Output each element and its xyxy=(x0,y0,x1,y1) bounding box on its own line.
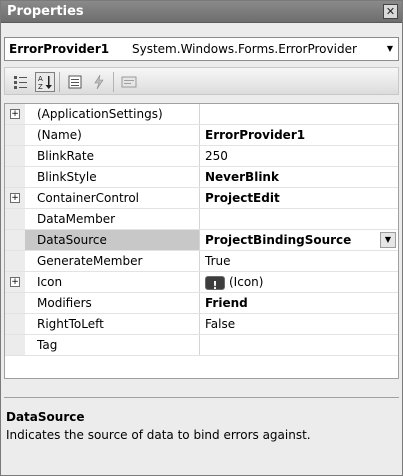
row-gutter xyxy=(5,125,25,145)
row-gutter xyxy=(5,209,25,229)
property-name: GenerateMember xyxy=(25,251,200,271)
property-value[interactable]: ProjectBindingSource xyxy=(201,230,398,250)
window-title: Properties xyxy=(7,4,84,19)
row-gutter xyxy=(5,167,25,187)
property-name: RightToLeft xyxy=(25,314,200,334)
chevron-down-icon[interactable]: ▼ xyxy=(382,38,398,60)
property-value[interactable]: NeverBlink xyxy=(201,167,398,187)
property-grid: + (ApplicationSettings) (Name) ErrorProvide… xyxy=(4,103,399,379)
object-name: ErrorProvider1 xyxy=(9,42,110,56)
properties-window: Properties ✕ ErrorProvider1 System.Windo… xyxy=(0,0,403,476)
property-name: BlinkRate xyxy=(25,146,200,166)
description-text: Indicates the source of data to bind err… xyxy=(6,428,311,442)
property-name: (ApplicationSettings) xyxy=(25,104,200,124)
property-row[interactable]: Tag xyxy=(5,335,398,356)
property-name: BlinkStyle xyxy=(25,167,200,187)
property-value[interactable]: ProjectEdit xyxy=(201,188,398,208)
property-value[interactable] xyxy=(201,335,398,355)
property-name: Modifiers xyxy=(25,293,200,313)
property-value-text: ProjectBindingSource xyxy=(205,233,352,247)
property-value[interactable]: False xyxy=(201,314,398,334)
property-row[interactable]: + (ApplicationSettings) xyxy=(5,104,398,125)
property-pages-icon xyxy=(121,76,137,88)
properties-button[interactable] xyxy=(65,72,85,92)
row-gutter: + xyxy=(5,188,25,208)
property-value[interactable]: 250 xyxy=(201,146,398,166)
properties-icon xyxy=(68,75,82,89)
categorized-button[interactable] xyxy=(11,72,31,92)
row-gutter xyxy=(5,293,25,313)
property-name: ContainerControl xyxy=(25,188,200,208)
property-value[interactable] xyxy=(201,209,398,229)
row-gutter xyxy=(5,146,25,166)
property-value[interactable]: True xyxy=(201,251,398,271)
property-value[interactable]: Friend xyxy=(201,293,398,313)
title-bar: Properties ✕ xyxy=(1,1,402,23)
property-pages-button[interactable] xyxy=(119,72,139,92)
property-value-text: NeverBlink xyxy=(205,170,279,184)
dropdown-button[interactable]: ▼ xyxy=(380,232,396,248)
property-name: Icon xyxy=(25,272,200,292)
property-value-text: (Icon) xyxy=(229,275,264,289)
expand-icon[interactable]: + xyxy=(10,109,20,119)
expand-icon[interactable]: + xyxy=(10,193,20,203)
property-name: (Name) xyxy=(25,125,200,145)
row-gutter: + xyxy=(5,272,25,292)
close-button[interactable]: ✕ xyxy=(383,4,398,19)
alphabetical-button[interactable]: A Z xyxy=(35,72,55,92)
row-gutter xyxy=(5,335,25,355)
toolbar-separator xyxy=(59,72,60,92)
description-title: DataSource xyxy=(6,410,85,424)
property-value-text: False xyxy=(205,317,236,331)
property-name: DataMember xyxy=(25,209,200,229)
error-icon xyxy=(205,275,225,296)
alphabetical-sort-icon: A Z xyxy=(38,75,52,90)
categorized-icon xyxy=(14,76,27,89)
object-type: System.Windows.Forms.ErrorProvider xyxy=(132,42,357,56)
property-row[interactable]: DataSource ProjectBindingSource ▼ xyxy=(5,230,398,251)
property-row[interactable]: BlinkRate 250 xyxy=(5,146,398,167)
events-icon xyxy=(94,74,104,90)
property-name: Tag xyxy=(25,335,200,355)
svg-text:Z: Z xyxy=(38,83,43,90)
property-row[interactable]: (Name) ErrorProvider1 xyxy=(5,125,398,146)
property-value[interactable]: ErrorProvider1 xyxy=(201,125,398,145)
row-gutter xyxy=(5,314,25,334)
property-row[interactable]: BlinkStyle NeverBlink xyxy=(5,167,398,188)
svg-text:A: A xyxy=(38,75,43,83)
property-row[interactable]: GenerateMember True xyxy=(5,251,398,272)
row-gutter xyxy=(5,251,25,271)
property-name: DataSource xyxy=(25,230,200,250)
events-button[interactable] xyxy=(89,72,109,92)
property-value-text: ErrorProvider1 xyxy=(205,128,306,142)
property-row[interactable]: Modifiers Friend xyxy=(5,293,398,314)
description-panel: DataSource Indicates the source of data … xyxy=(4,397,399,473)
row-gutter: + xyxy=(5,104,25,124)
property-value-text: Friend xyxy=(205,296,248,310)
expand-icon[interactable]: + xyxy=(10,277,20,287)
property-value[interactable] xyxy=(201,104,398,124)
property-row[interactable]: + ContainerControl ProjectEdit xyxy=(5,188,398,209)
object-selector[interactable]: ErrorProvider1 System.Windows.Forms.Erro… xyxy=(4,37,399,61)
toolbar-separator xyxy=(113,72,114,92)
row-gutter xyxy=(5,230,25,250)
property-value-text: 250 xyxy=(205,149,228,163)
property-value-text: ProjectEdit xyxy=(205,191,280,205)
toolbar: A Z xyxy=(4,67,399,95)
property-value-text: True xyxy=(205,254,231,268)
property-row[interactable]: RightToLeft False xyxy=(5,314,398,335)
property-row[interactable]: + Icon (Icon) xyxy=(5,272,398,296)
property-row[interactable]: DataMember xyxy=(5,209,398,230)
property-value[interactable]: (Icon) xyxy=(201,272,398,296)
